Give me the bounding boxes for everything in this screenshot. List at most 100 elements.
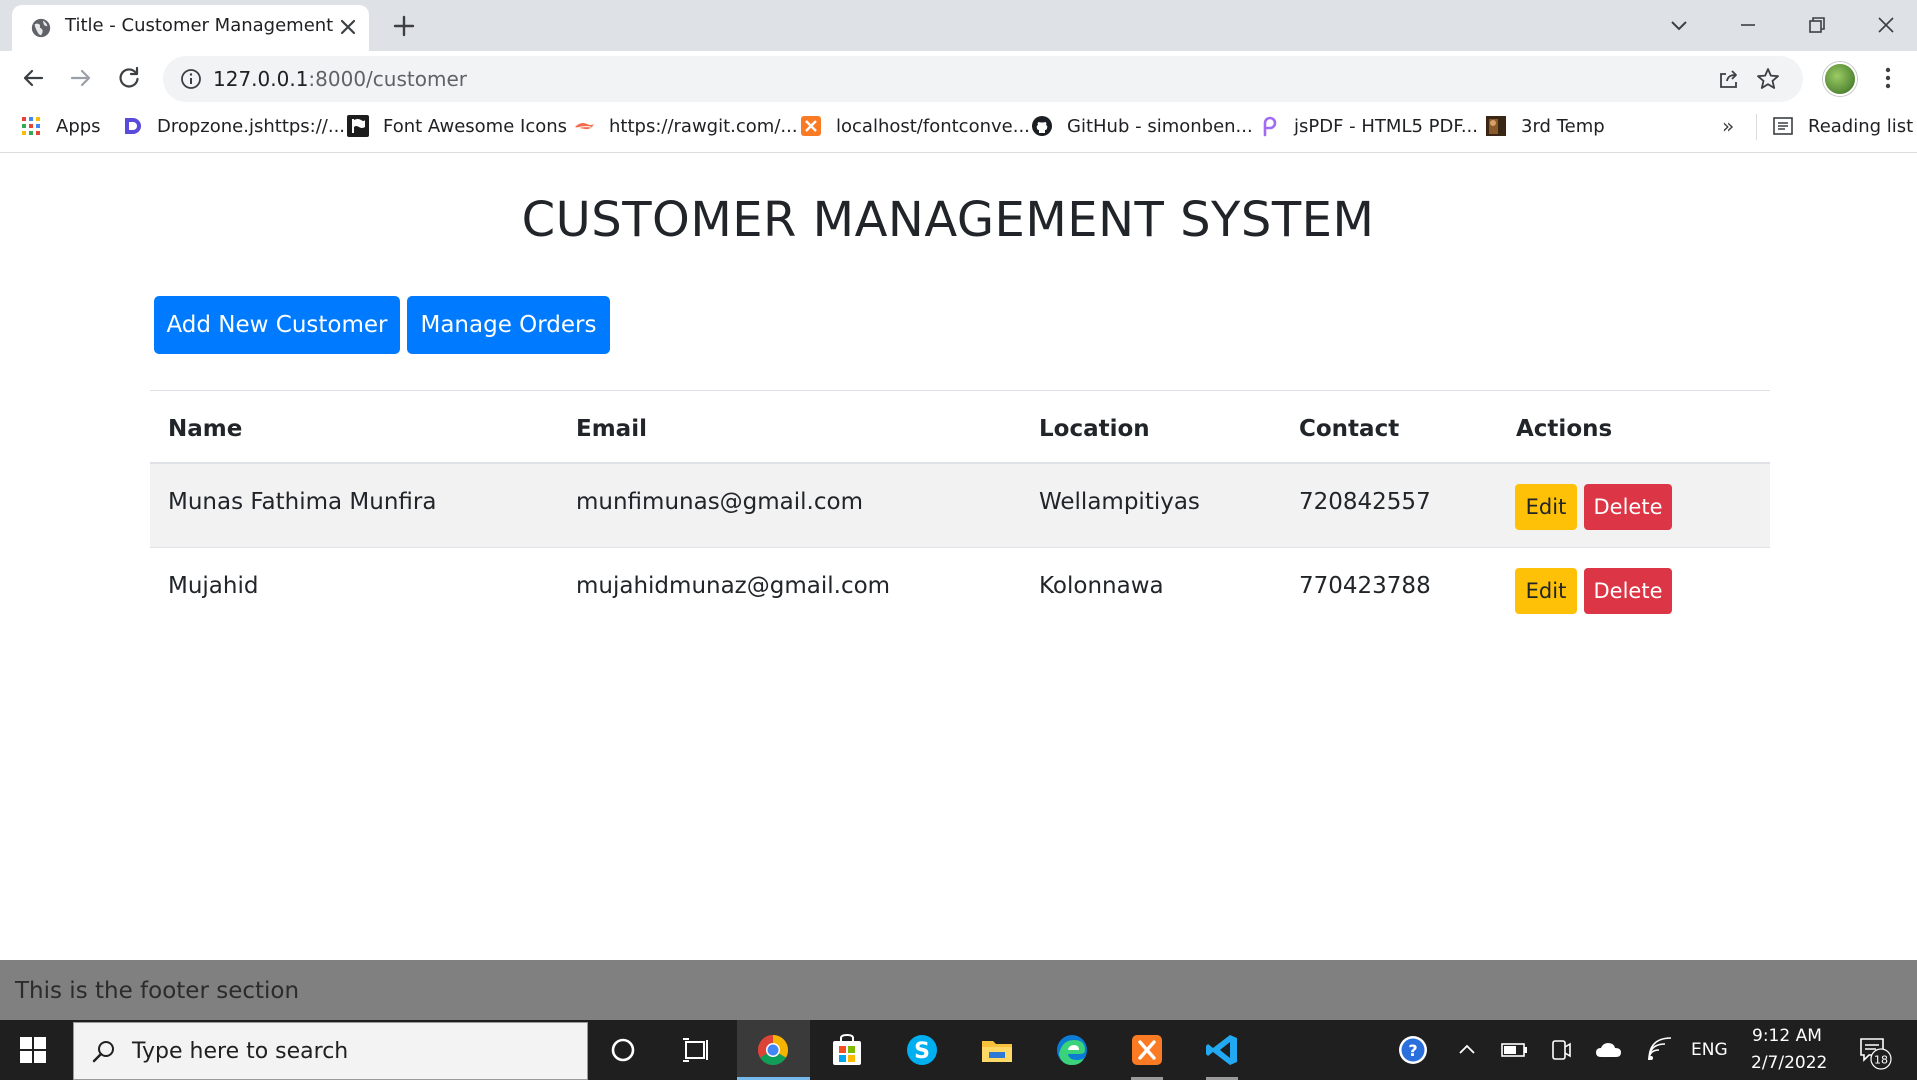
windows-taskbar: Type here to search S ? ENG 9:12 AM 2/7/…	[0, 1020, 1917, 1080]
bookmarks-divider	[1756, 114, 1757, 140]
window-close-icon[interactable]	[1871, 10, 1901, 40]
page-content: CUSTOMER MANAGEMENT SYSTEM Add New Custo…	[0, 154, 1917, 960]
forward-arrow-icon[interactable]	[66, 63, 96, 93]
template-thumbnail-icon	[1486, 116, 1506, 136]
font-awesome-flag-icon	[347, 115, 369, 137]
search-placeholder: Type here to search	[132, 1039, 349, 1064]
bookmark-label: Apps	[56, 115, 101, 137]
browser-tab-strip: Title - Customer Management	[0, 0, 1917, 51]
file-explorer-icon[interactable]	[979, 1032, 1015, 1068]
page-title: CUSTOMER MANAGEMENT SYSTEM	[521, 192, 1375, 248]
reading-list-button[interactable]: Reading list	[1772, 106, 1913, 146]
taskbar-search-box[interactable]: Type here to search	[73, 1022, 588, 1080]
edit-button[interactable]: Edit	[1515, 484, 1577, 530]
table-row: Munas Fathima Munfira munfimunas@gmail.c…	[150, 464, 1770, 548]
onedrive-cloud-icon[interactable]	[1594, 1037, 1624, 1063]
notification-center-icon[interactable]: 18	[1858, 1036, 1892, 1070]
cell-location: Wellampitiyas	[1039, 489, 1200, 515]
notification-count: 18	[1874, 1054, 1888, 1067]
profile-avatar[interactable]	[1823, 62, 1857, 96]
bookmark-dropzone[interactable]: Dropzone.jshttps://...	[121, 106, 345, 146]
jspdf-icon	[1263, 116, 1277, 137]
manage-orders-button[interactable]: Manage Orders	[407, 296, 610, 354]
address-bar[interactable]: 127.0.0.1:8000/customer	[163, 56, 1803, 102]
url-text[interactable]: 127.0.0.1:8000/customer	[213, 67, 467, 91]
bookmark-label: jsPDF - HTML5 PDF...	[1294, 115, 1478, 137]
close-icon[interactable]	[336, 15, 360, 39]
column-header-email: Email	[576, 416, 647, 442]
battery-icon[interactable]	[1500, 1037, 1528, 1063]
tab-search-chevron-icon[interactable]	[1664, 10, 1694, 40]
microsoft-store-icon[interactable]	[829, 1032, 865, 1068]
cell-location: Kolonnawa	[1039, 573, 1164, 599]
bookmark-github[interactable]: GitHub - simonben...	[1031, 106, 1253, 146]
xampp-icon	[801, 116, 821, 136]
browser-toolbar: 127.0.0.1:8000/customer	[0, 51, 1917, 106]
delete-button[interactable]: Delete	[1584, 568, 1672, 614]
share-icon[interactable]	[1716, 66, 1742, 92]
globe-icon	[31, 18, 51, 38]
new-tab-plus-icon[interactable]	[390, 12, 418, 40]
column-header-name: Name	[168, 416, 243, 442]
tray-chevron-up-icon[interactable]	[1455, 1038, 1479, 1062]
vscode-icon[interactable]	[1204, 1032, 1240, 1068]
bookmark-localhost[interactable]: localhost/fontconve...	[800, 106, 1030, 146]
bookmarks-bar: Apps Dropzone.jshttps://... Font Awesome…	[0, 106, 1917, 153]
column-header-contact: Contact	[1299, 416, 1400, 442]
skype-icon[interactable]: S	[904, 1032, 940, 1068]
reload-icon[interactable]	[114, 63, 144, 93]
windows-start-icon[interactable]	[20, 1037, 46, 1063]
language-indicator[interactable]: ENG	[1691, 1040, 1728, 1060]
svg-text:S: S	[914, 1039, 930, 1064]
cell-name: Munas Fathima Munfira	[168, 489, 437, 515]
help-icon[interactable]: ?	[1397, 1034, 1431, 1068]
reading-list-label: Reading list	[1808, 115, 1914, 137]
site-info-icon[interactable]	[179, 67, 203, 91]
cell-email: mujahidmunaz@gmail.com	[576, 573, 891, 599]
search-icon	[92, 1041, 114, 1063]
tab-title: Title - Customer Management	[65, 15, 334, 36]
cell-email: munfimunas@gmail.com	[576, 489, 863, 515]
bookmark-label: localhost/fontconve...	[836, 115, 1030, 137]
bookmark-apps[interactable]: Apps	[20, 106, 101, 146]
more-menu-icon[interactable]	[1875, 63, 1901, 93]
clock-date[interactable]: 2/7/2022	[1751, 1053, 1827, 1073]
github-icon	[1032, 116, 1052, 136]
add-new-customer-button[interactable]: Add New Customer	[154, 296, 400, 354]
table-header: Name Email Location Contact Actions	[150, 391, 1770, 464]
bookmark-3rd-temp[interactable]: 3rd Temp	[1485, 106, 1605, 146]
bookmark-jspdf[interactable]: jsPDF - HTML5 PDF...	[1258, 106, 1478, 146]
apps-grid-icon	[22, 117, 40, 135]
cell-contact: 720842557	[1299, 489, 1431, 515]
edge-icon[interactable]	[1054, 1032, 1090, 1068]
back-arrow-icon[interactable]	[18, 63, 48, 93]
xampp-taskbar-icon[interactable]	[1129, 1032, 1165, 1068]
bookmark-rawgit[interactable]: https://rawgit.com/...	[573, 106, 798, 146]
table-row: Mujahid mujahidmunaz@gmail.com Kolonnawa…	[150, 548, 1770, 632]
dropzone-icon	[125, 118, 141, 134]
cell-contact: 770423788	[1299, 573, 1431, 599]
chrome-icon[interactable]	[755, 1032, 791, 1068]
bookmark-star-icon[interactable]	[1755, 66, 1781, 92]
svg-text:?: ?	[1408, 1041, 1417, 1060]
meet-now-icon[interactable]	[1548, 1037, 1574, 1063]
clock-time[interactable]: 9:12 AM	[1752, 1026, 1822, 1046]
edit-button[interactable]: Edit	[1515, 568, 1577, 614]
bookmark-label: Dropzone.jshttps://...	[157, 115, 346, 137]
delete-button[interactable]: Delete	[1584, 484, 1672, 530]
cortana-circle-icon[interactable]	[605, 1032, 641, 1068]
bookmarks-overflow-chevron[interactable]: »	[1722, 114, 1734, 138]
minimize-icon[interactable]	[1733, 10, 1763, 40]
restore-icon[interactable]	[1802, 10, 1832, 40]
bookmark-label: 3rd Temp	[1521, 115, 1605, 137]
browser-tab[interactable]: Title - Customer Management	[12, 5, 369, 51]
task-view-icon[interactable]	[679, 1032, 715, 1068]
cell-name: Mujahid	[168, 573, 259, 599]
reading-list-icon	[1773, 117, 1793, 135]
page-footer: This is the footer section	[0, 960, 1917, 1020]
footer-text: This is the footer section	[15, 978, 300, 1004]
rawgit-icon	[575, 123, 594, 130]
bookmark-font-awesome[interactable]: Font Awesome Icons	[347, 106, 567, 146]
wifi-icon[interactable]	[1645, 1036, 1673, 1064]
bookmark-label: Font Awesome Icons	[383, 115, 568, 137]
